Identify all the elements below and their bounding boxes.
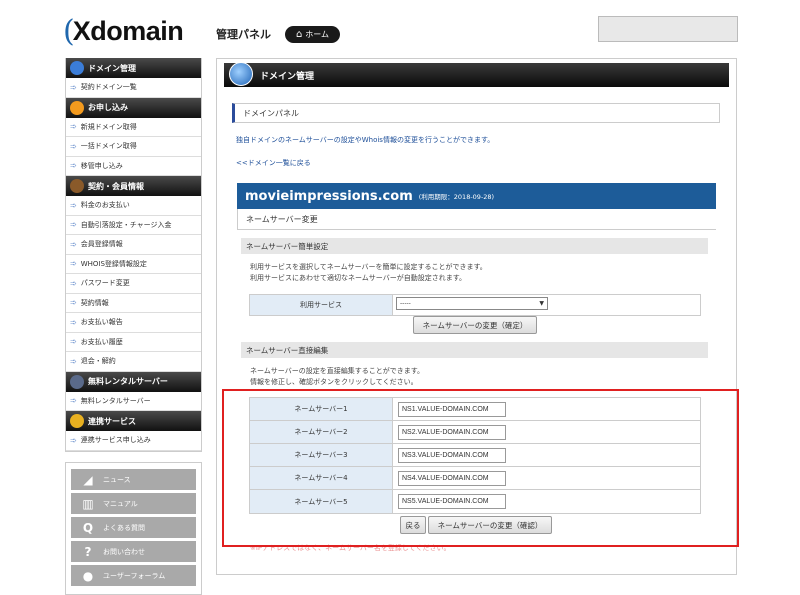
arrow-icon: ➾	[70, 298, 77, 308]
arrow-icon: ➾	[70, 317, 77, 327]
sidebar-item[interactable]: ➾ 契約情報	[66, 293, 201, 313]
arrow-icon: ➾	[70, 122, 77, 132]
sidebar-item[interactable]: ➾ 会員登録情報	[66, 235, 201, 255]
support-item[interactable]: ▥ マニュアル	[71, 493, 196, 514]
arrow-icon: ➾	[70, 259, 77, 269]
support-item[interactable]: Q よくある質問	[71, 517, 196, 538]
domain-expiry: (利用期限：2018-09-28)	[418, 193, 495, 201]
chat-icon: ●	[82, 568, 94, 583]
link-icon	[70, 414, 84, 428]
sidebar-item[interactable]: ➾ 無料レンタルサーバー	[66, 391, 201, 411]
dropdown-arrow-icon: ▼	[539, 300, 544, 307]
arrow-icon: ➾	[70, 141, 77, 151]
domain-panel-heading: ドメインパネル	[232, 103, 720, 123]
simple-note-1: 利用サービスを選択してネームサーバーを簡単に設定することができます。	[250, 263, 487, 271]
direct-note-1: ネームサーバーの設定を直接編集することができます。	[250, 367, 425, 375]
page-title: ドメイン管理	[224, 63, 729, 87]
simple-confirm-button[interactable]: ネームサーバーの変更（確定）	[413, 316, 537, 334]
arrow-icon: ➾	[70, 278, 77, 288]
arrow-icon: ➾	[70, 239, 77, 249]
direct-note-2: 情報を修正し、確認ボタンをクリックしてください。	[250, 378, 418, 386]
arrow-icon: ➾	[70, 220, 77, 230]
sidebar-section-0: ドメイン管理	[66, 58, 201, 78]
sidebar-item[interactable]: ➾ 新規ドメイン取得	[66, 117, 201, 137]
megaphone-icon: ◢	[83, 472, 93, 487]
domain-bar: movieimpressions.com (利用期限：2018-09-28)	[237, 183, 716, 209]
sidebar-item[interactable]: ➾ 一括ドメイン取得	[66, 137, 201, 157]
arrow-icon: ➾	[70, 337, 77, 347]
arrow-icon: ➾	[70, 356, 77, 366]
sidebar-section-2: 契約・会員情報	[66, 176, 201, 196]
domain-name: movieimpressions.com	[245, 188, 413, 204]
sidebar-item[interactable]: ➾ 契約ドメイン一覧	[66, 78, 201, 98]
xdomain-logo[interactable]: ( Xdomain	[63, 14, 184, 49]
arrow-icon: ➾	[70, 435, 77, 445]
arrow-icon: ➾	[70, 396, 77, 406]
question-icon: ?	[84, 544, 92, 559]
panel-title: 管理パネル	[216, 28, 271, 41]
home-icon: ⌂	[295, 29, 303, 40]
sidebar-item[interactable]: ➾ お支払い報告	[66, 313, 201, 333]
sidebar-item[interactable]: ➾ 自動引落設定・チャージ入金	[66, 215, 201, 235]
simple-settings-heading: ネームサーバー簡単設定	[241, 238, 708, 254]
support-item[interactable]: ? お問い合わせ	[71, 541, 196, 562]
header-user-box	[598, 16, 738, 42]
globe-icon	[70, 61, 84, 75]
user-icon	[70, 179, 84, 193]
sidebar-item[interactable]: ➾ 連携サービス申し込み	[66, 431, 201, 451]
ns-change-title: ネームサーバー変更	[237, 209, 716, 230]
service-label: 利用サービス	[250, 295, 393, 315]
sidebar-section-4: 連携サービス	[66, 411, 201, 431]
server-icon	[70, 374, 84, 389]
description: 独自ドメインのネームサーバーの設定やWhois情報の変更を行うことができます。	[236, 136, 495, 144]
arrow-icon: ➾	[70, 82, 77, 92]
arrow-icon: ➾	[70, 200, 77, 210]
book-icon: ▥	[82, 496, 94, 511]
sidebar-item[interactable]: ➾ 移管申し込み	[66, 156, 201, 176]
sidebar-item[interactable]: ➾ WHOIS登録情報設定	[66, 254, 201, 274]
service-select[interactable]: ----- ▼	[396, 297, 548, 310]
simple-note-2: 利用サービスにあわせて適切なネームサーバーが自動設定されます。	[250, 274, 467, 282]
support-menu: ◢ ニュース ▥ マニュアル Q よくある質問 ? お問い合わせ ● ユーザーフォーラム	[65, 462, 202, 595]
home-button[interactable]: ⌂ ホーム	[285, 26, 340, 43]
support-item[interactable]: ● ユーザーフォーラム	[71, 565, 196, 586]
sidebar: ドメイン管理 ➾ 契約ドメイン一覧 お申し込み ➾ 新規ドメイン取得 ➾ 一括ドメイン取得 ➾ 移…	[65, 58, 202, 452]
q-icon: Q	[82, 520, 94, 535]
highlight-box	[222, 389, 739, 547]
arrow-icon: ➾	[70, 161, 77, 171]
sidebar-item[interactable]: ➾ パスワード変更	[66, 274, 201, 294]
sidebar-item[interactable]: ➾ 料金のお支払い	[66, 196, 201, 216]
sidebar-item[interactable]: ➾ 退会・解約	[66, 352, 201, 372]
sidebar-section-3: 無料レンタルサーバー	[66, 371, 201, 392]
plus-icon	[70, 100, 84, 115]
direct-edit-heading: ネームサーバー直接編集	[241, 342, 708, 358]
support-item[interactable]: ◢ ニュース	[71, 469, 196, 490]
globe-icon	[229, 62, 253, 86]
sidebar-section-1: お申し込み	[66, 97, 201, 118]
back-to-list-link[interactable]: <<ドメイン一覧に戻る	[236, 158, 311, 168]
sidebar-item[interactable]: ➾ お支払い履歴	[66, 332, 201, 352]
